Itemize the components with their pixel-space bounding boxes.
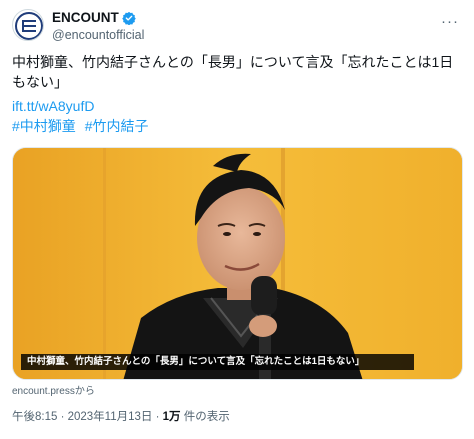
tweet-header: ENCOUNT @encountofficial ··· <box>12 9 462 43</box>
hashtag-link[interactable]: #中村獅童 <box>12 118 76 134</box>
verified-badge-icon <box>121 11 136 25</box>
views-count: 1万 <box>162 411 181 423</box>
hashtag-list: #中村獅童 #竹内結子 <box>12 116 153 136</box>
tweet-link[interactable]: ift.tt/wA8yufD <box>12 96 94 116</box>
account-handle[interactable]: @encountofficial <box>52 27 144 43</box>
media-caption: 中村獅童、竹内結子さんとの「長男」について言及「忘れたことは1日もない」 <box>21 354 414 370</box>
display-name[interactable]: ENCOUNT <box>52 10 119 26</box>
tweet-timestamp[interactable]: 午後8:15 · 2023年11月13日 <box>12 411 152 423</box>
meta-separator: · <box>152 411 163 423</box>
more-options-icon[interactable]: ··· <box>438 9 462 33</box>
hashtag-link[interactable]: #竹内結子 <box>85 118 149 134</box>
tweet-meta: 午後8:15 · 2023年11月13日 · 1万 件の表示 <box>12 409 230 425</box>
views-label: 件の表示 <box>180 411 230 423</box>
tweet-text: 中村獅童、竹内結子さんとの「長男」について言及「忘れたことは1日もない」 <box>12 54 454 90</box>
tweet-media-image[interactable]: 中村獅童、竹内結子さんとの「長男」について言及「忘れたことは1日もない」 <box>12 147 463 380</box>
encount-logo-icon[interactable] <box>12 9 44 41</box>
link-source[interactable]: encount.pressから <box>12 385 95 399</box>
account-names: ENCOUNT @encountofficial <box>52 10 144 43</box>
